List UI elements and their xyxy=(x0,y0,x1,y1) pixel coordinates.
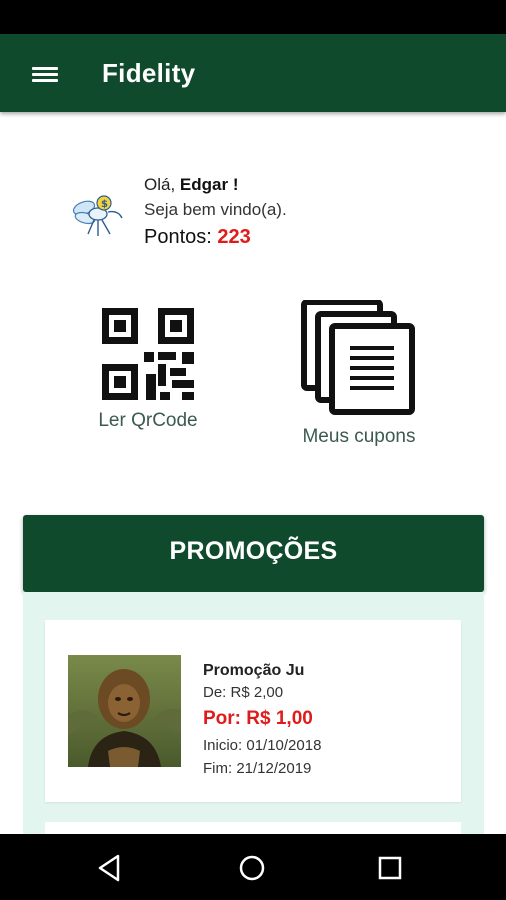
bee-mascot-icon: $ xyxy=(68,190,124,240)
promotion-start-date: Inicio: 01/10/2018 xyxy=(203,737,322,754)
app-title: Fidelity xyxy=(102,58,196,88)
status-bar xyxy=(0,0,506,34)
qr-code-icon xyxy=(102,308,194,400)
recent-apps-icon[interactable] xyxy=(370,848,410,888)
promotions-title: PROMOÇÕES xyxy=(169,537,338,565)
promotions-header: PROMOÇÕES xyxy=(23,515,484,592)
promotion-original-price: De: R$ 2,00 xyxy=(203,684,284,701)
back-icon[interactable] xyxy=(90,848,130,888)
promotion-price: Por: R$ 1,00 xyxy=(203,708,313,729)
read-qrcode-button[interactable]: Ler QrCode xyxy=(88,308,208,432)
greeting-line: Olá, Edgar ! xyxy=(144,172,287,198)
points-label: Pontos: xyxy=(144,226,212,248)
coupons-stack-icon xyxy=(301,300,415,415)
my-coupons-label: Meus cupons xyxy=(302,426,416,447)
system-nav-bar xyxy=(0,834,506,900)
user-name: Edgar ! xyxy=(179,175,239,194)
promotion-end-date: Fim: 21/12/2019 xyxy=(203,760,312,777)
points-line: Pontos: 223 xyxy=(144,222,287,252)
points-value: 223 xyxy=(217,226,251,248)
read-qrcode-label: Ler QrCode xyxy=(98,410,198,431)
greeting-hello: Olá, xyxy=(144,175,176,194)
svg-text:$: $ xyxy=(101,199,108,210)
promotion-card[interactable]: Promoção Ju De: R$ 2,00 Por: R$ 1,00 Ini… xyxy=(45,620,461,802)
my-coupons-button[interactable]: Meus cupons xyxy=(288,300,430,448)
promotion-image xyxy=(68,655,181,767)
app-bar: Fidelity xyxy=(0,34,506,112)
welcome-text: Seja bem vindo(a). xyxy=(144,200,287,219)
menu-icon[interactable] xyxy=(28,58,62,88)
greeting-section: $ Olá, Edgar ! Seja bem vindo(a). Pontos… xyxy=(64,172,484,262)
promotion-title: Promoção Ju xyxy=(203,662,305,679)
home-icon[interactable] xyxy=(232,848,272,888)
